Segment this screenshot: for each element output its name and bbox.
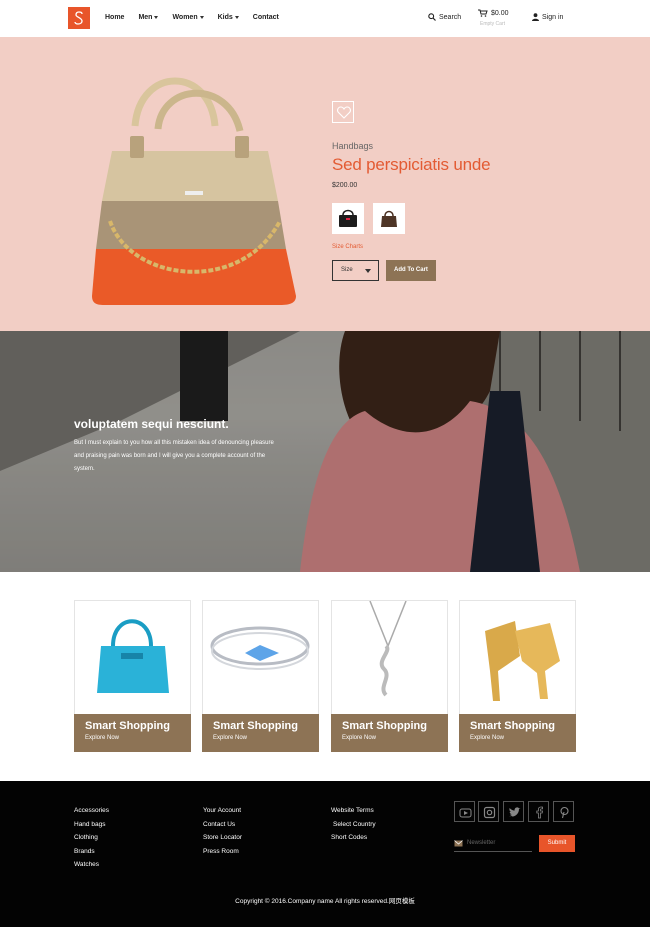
cart-amount: $0.00 <box>491 9 509 17</box>
product-caption: Smart Shopping Explore Now <box>459 714 576 752</box>
cart-icon <box>478 9 488 17</box>
blue-handbag-image <box>97 619 169 693</box>
newsletter-placeholder: Newsletter <box>467 840 496 846</box>
footer-link[interactable]: Website Terms <box>331 804 376 818</box>
explore-link[interactable]: Explore Now <box>342 735 376 741</box>
user-icon <box>532 13 539 21</box>
explore-link[interactable]: Explore Now <box>213 735 247 741</box>
size-select-value: Size <box>341 267 353 273</box>
footer-link[interactable]: Your Account <box>203 804 242 818</box>
search-label: Search <box>439 13 462 21</box>
product-caption: Smart Shopping Explore Now <box>74 714 191 752</box>
chevron-down-icon <box>154 15 159 19</box>
nav-home[interactable]: Home <box>105 14 124 21</box>
nav-home-label: Home <box>105 14 125 21</box>
footer-link[interactable]: Clothing <box>74 831 109 845</box>
product-card[interactable]: Smart Shopping Explore Now <box>331 600 448 752</box>
bracelet-image <box>210 626 310 670</box>
footer-link[interactable]: Store Locator <box>203 831 242 845</box>
chevron-down-icon <box>234 15 239 19</box>
product-title: Sed perspiciatis unde <box>332 155 491 174</box>
facebook-icon[interactable] <box>528 801 549 822</box>
product-thumbnail[interactable] <box>332 203 364 234</box>
product-category: Handbags <box>332 141 374 151</box>
header: Home Men Women Kids Contact Search $0.00… <box>0 0 650 37</box>
footer-link[interactable]: Accessories <box>74 804 109 818</box>
chevron-down-icon <box>365 269 371 273</box>
footer-link[interactable]: Hand bags <box>74 818 109 832</box>
nav-kids-label: Kids <box>217 14 233 21</box>
brown-bag-image <box>381 210 397 227</box>
product-caption: Smart Shopping Explore Now <box>331 714 448 752</box>
main-nav: Home Men Women Kids Contact <box>105 14 293 21</box>
search-button[interactable]: Search <box>428 13 461 21</box>
explore-link[interactable]: Explore Now <box>470 735 504 741</box>
nav-men-label: Men <box>138 14 153 21</box>
explore-link[interactable]: Explore Now <box>85 735 119 741</box>
pinterest-icon[interactable] <box>553 801 574 822</box>
twitter-icon[interactable] <box>503 801 524 822</box>
product-thumbnail[interactable] <box>373 203 405 234</box>
product-title: Smart Shopping <box>342 720 427 732</box>
necklace-image <box>369 601 407 697</box>
chevron-down-icon <box>199 15 204 19</box>
size-chart-link[interactable]: Size Charts <box>332 244 363 250</box>
product-price: $200.00 <box>332 182 358 189</box>
nav-women-label: Women <box>172 14 198 21</box>
search-icon <box>428 13 436 21</box>
nav-women[interactable]: Women <box>172 14 204 21</box>
nav-contact-label: Contact <box>252 14 279 21</box>
product-title: Smart Shopping <box>470 720 555 732</box>
banner-text: But I must explain to you how all this m… <box>74 440 274 472</box>
product-title: Smart Shopping <box>85 720 170 732</box>
nav-men[interactable]: Men <box>138 14 159 21</box>
youtube-icon[interactable] <box>454 801 475 822</box>
handbag-image <box>92 77 296 305</box>
footer-link[interactable]: Watches <box>74 858 109 872</box>
newsletter-input[interactable]: Newsletter <box>454 835 532 852</box>
product-hero: Handbags Sed perspiciatis unde $200.00 S… <box>0 37 650 331</box>
signin-button[interactable]: Sign in <box>532 13 563 21</box>
product-caption: Smart Shopping Explore Now <box>202 714 319 752</box>
footer-link[interactable]: Brands <box>74 845 109 859</box>
signin-label: Sign in <box>542 13 564 21</box>
product-card[interactable]: Smart Shopping Explore Now <box>459 600 576 752</box>
submit-button[interactable]: Submit <box>539 835 575 852</box>
cart-button[interactable]: $0.00 <box>478 9 509 17</box>
s-logo-icon[interactable] <box>68 7 90 29</box>
copyright-text: Copyright © 2016.Company name All rights… <box>235 898 415 905</box>
banner-title: voluptatem sequi nesciunt. <box>74 417 229 431</box>
footer-link[interactable]: Short Codes <box>331 831 376 845</box>
footer-col-account: Your Account Contact Us Store Locator Pr… <box>203 804 242 858</box>
product-title: Smart Shopping <box>213 720 298 732</box>
instagram-icon[interactable] <box>478 801 499 822</box>
footer-link[interactable]: Select Country <box>331 818 376 832</box>
add-to-cart-button[interactable]: Add To Cart <box>386 260 436 281</box>
mail-icon <box>454 840 463 847</box>
footer-col-shop: Accessories Hand bags Clothing Brands Wa… <box>74 804 109 872</box>
black-bag-image <box>339 209 357 227</box>
footer-link[interactable]: Contact Us <box>203 818 242 832</box>
heart-icon <box>337 106 351 119</box>
footer-link[interactable]: Press Room <box>203 845 242 859</box>
footer: Accessories Hand bags Clothing Brands Wa… <box>0 781 650 927</box>
product-card[interactable]: Smart Shopping Explore Now <box>74 600 191 752</box>
cart-status: Empty Cart <box>480 21 506 27</box>
footer-col-info: Website Terms Select Country Short Codes <box>331 804 376 845</box>
heels-image <box>485 621 560 701</box>
product-card[interactable]: Smart Shopping Explore Now <box>202 600 319 752</box>
nav-kids[interactable]: Kids <box>218 14 239 21</box>
size-select[interactable]: Size <box>332 260 379 281</box>
lifestyle-banner: voluptatem sequi nesciunt. But I must ex… <box>0 331 650 572</box>
nav-contact[interactable]: Contact <box>253 14 279 21</box>
favorite-button[interactable] <box>332 101 354 123</box>
